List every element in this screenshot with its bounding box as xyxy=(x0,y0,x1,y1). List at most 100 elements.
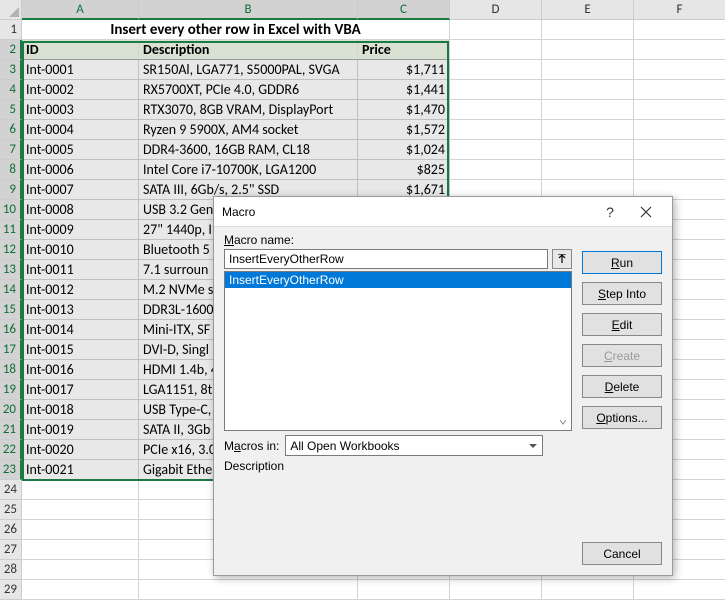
row-header[interactable]: 23 xyxy=(0,460,22,480)
table-cell-id[interactable]: Int-0021 xyxy=(22,460,139,480)
table-cell-price[interactable]: $1,711 xyxy=(358,60,450,80)
table-cell-price[interactable]: $1,024 xyxy=(358,140,450,160)
table-cell-desc[interactable]: DDR4-3600, 16GB RAM, CL18 xyxy=(139,140,358,160)
row-header[interactable]: 19 xyxy=(0,380,22,400)
row-header[interactable]: 3 xyxy=(0,60,22,80)
table-cell-id[interactable]: Int-0008 xyxy=(22,200,139,220)
row-header[interactable]: 25 xyxy=(0,500,22,520)
table-cell-id[interactable]: Int-0007 xyxy=(22,180,139,200)
column-header[interactable]: E xyxy=(542,0,634,20)
table-cell-id[interactable]: Int-0005 xyxy=(22,140,139,160)
row-header[interactable]: 15 xyxy=(0,300,22,320)
column-header[interactable]: B xyxy=(139,0,358,20)
table-cell-desc[interactable]: Intel Core i7-10700K, LGA1200 xyxy=(139,160,358,180)
cell[interactable] xyxy=(542,100,634,120)
cancel-button[interactable]: Cancel xyxy=(582,542,662,565)
cell[interactable] xyxy=(634,40,725,60)
cell[interactable] xyxy=(634,20,725,40)
table-cell-id[interactable]: Int-0009 xyxy=(22,220,139,240)
column-header[interactable]: A xyxy=(22,0,139,20)
cell[interactable] xyxy=(542,140,634,160)
cell[interactable] xyxy=(634,140,725,160)
cell[interactable] xyxy=(22,540,139,560)
row-header[interactable]: 20 xyxy=(0,400,22,420)
table-cell-desc[interactable]: RTX3070, 8GB VRAM, DisplayPort xyxy=(139,100,358,120)
cell[interactable] xyxy=(450,140,542,160)
table-cell-id[interactable]: Int-0012 xyxy=(22,280,139,300)
cell[interactable] xyxy=(634,120,725,140)
cell[interactable] xyxy=(450,40,542,60)
row-header[interactable]: 12 xyxy=(0,240,22,260)
cell[interactable] xyxy=(450,160,542,180)
row-header[interactable]: 17 xyxy=(0,340,22,360)
table-header-desc[interactable]: Description xyxy=(139,40,358,60)
cell[interactable] xyxy=(542,80,634,100)
reference-button[interactable] xyxy=(552,249,572,269)
column-header[interactable]: F xyxy=(634,0,725,20)
row-header[interactable]: 6 xyxy=(0,120,22,140)
cell[interactable] xyxy=(450,580,542,600)
table-cell-id[interactable]: Int-0006 xyxy=(22,160,139,180)
close-button[interactable] xyxy=(628,198,664,226)
cell[interactable] xyxy=(22,560,139,580)
row-header[interactable]: 14 xyxy=(0,280,22,300)
table-cell-id[interactable]: Int-0011 xyxy=(22,260,139,280)
table-cell-id[interactable]: Int-0018 xyxy=(22,400,139,420)
row-header[interactable]: 21 xyxy=(0,420,22,440)
options-button[interactable]: Options... xyxy=(582,406,662,429)
select-all-corner[interactable] xyxy=(0,0,22,20)
row-header[interactable]: 24 xyxy=(0,480,22,500)
cell[interactable] xyxy=(542,580,634,600)
cell[interactable] xyxy=(22,520,139,540)
row-header[interactable]: 28 xyxy=(0,560,22,580)
macro-list[interactable]: InsertEveryOtherRow xyxy=(224,271,572,431)
table-cell-id[interactable]: Int-0015 xyxy=(22,340,139,360)
dialog-titlebar[interactable]: Macro ? xyxy=(214,197,672,227)
cell[interactable] xyxy=(450,60,542,80)
cell[interactable] xyxy=(634,80,725,100)
cell[interactable] xyxy=(634,580,725,600)
edit-button[interactable]: Edit xyxy=(582,313,662,336)
cell[interactable] xyxy=(542,40,634,60)
cell[interactable] xyxy=(450,120,542,140)
table-cell-price[interactable]: $1,470 xyxy=(358,100,450,120)
row-header[interactable]: 2 xyxy=(0,40,22,60)
row-header[interactable]: 13 xyxy=(0,260,22,280)
table-header-price[interactable]: Price xyxy=(358,40,450,60)
table-cell-id[interactable]: Int-0019 xyxy=(22,420,139,440)
table-cell-price[interactable]: $1,572 xyxy=(358,120,450,140)
table-cell-id[interactable]: Int-0017 xyxy=(22,380,139,400)
row-header[interactable]: 26 xyxy=(0,520,22,540)
row-header[interactable]: 8 xyxy=(0,160,22,180)
row-header[interactable]: 11 xyxy=(0,220,22,240)
table-cell-id[interactable]: Int-0004 xyxy=(22,120,139,140)
cell[interactable] xyxy=(450,100,542,120)
cell[interactable] xyxy=(634,100,725,120)
cell[interactable] xyxy=(450,80,542,100)
column-header[interactable]: C xyxy=(358,0,450,20)
row-header[interactable]: 1 xyxy=(0,20,22,40)
table-cell-id[interactable]: Int-0001 xyxy=(22,60,139,80)
cell[interactable] xyxy=(542,20,634,40)
cell[interactable] xyxy=(634,60,725,80)
table-cell-id[interactable]: Int-0013 xyxy=(22,300,139,320)
table-cell-price[interactable]: $825 xyxy=(358,160,450,180)
cell[interactable] xyxy=(450,20,542,40)
row-header[interactable]: 16 xyxy=(0,320,22,340)
row-header[interactable]: 10 xyxy=(0,200,22,220)
table-cell-id[interactable]: Int-0002 xyxy=(22,80,139,100)
table-cell-desc[interactable]: RX5700XT, PCIe 4.0, GDDR6 xyxy=(139,80,358,100)
table-cell-id[interactable]: Int-0010 xyxy=(22,240,139,260)
macros-in-select[interactable]: All Open Workbooks xyxy=(285,435,543,456)
cell[interactable] xyxy=(542,160,634,180)
row-header[interactable]: 29 xyxy=(0,580,22,600)
cell[interactable] xyxy=(542,120,634,140)
row-header[interactable]: 22 xyxy=(0,440,22,460)
macro-list-item[interactable]: InsertEveryOtherRow xyxy=(225,272,571,288)
table-cell-desc[interactable]: Ryzen 9 5900X, AM4 socket xyxy=(139,120,358,140)
scroll-down-icon[interactable] xyxy=(555,414,571,430)
step-into-button[interactable]: Step Into xyxy=(582,282,662,305)
cell[interactable] xyxy=(358,580,450,600)
run-button[interactable]: Run xyxy=(582,251,662,274)
cell[interactable] xyxy=(542,60,634,80)
